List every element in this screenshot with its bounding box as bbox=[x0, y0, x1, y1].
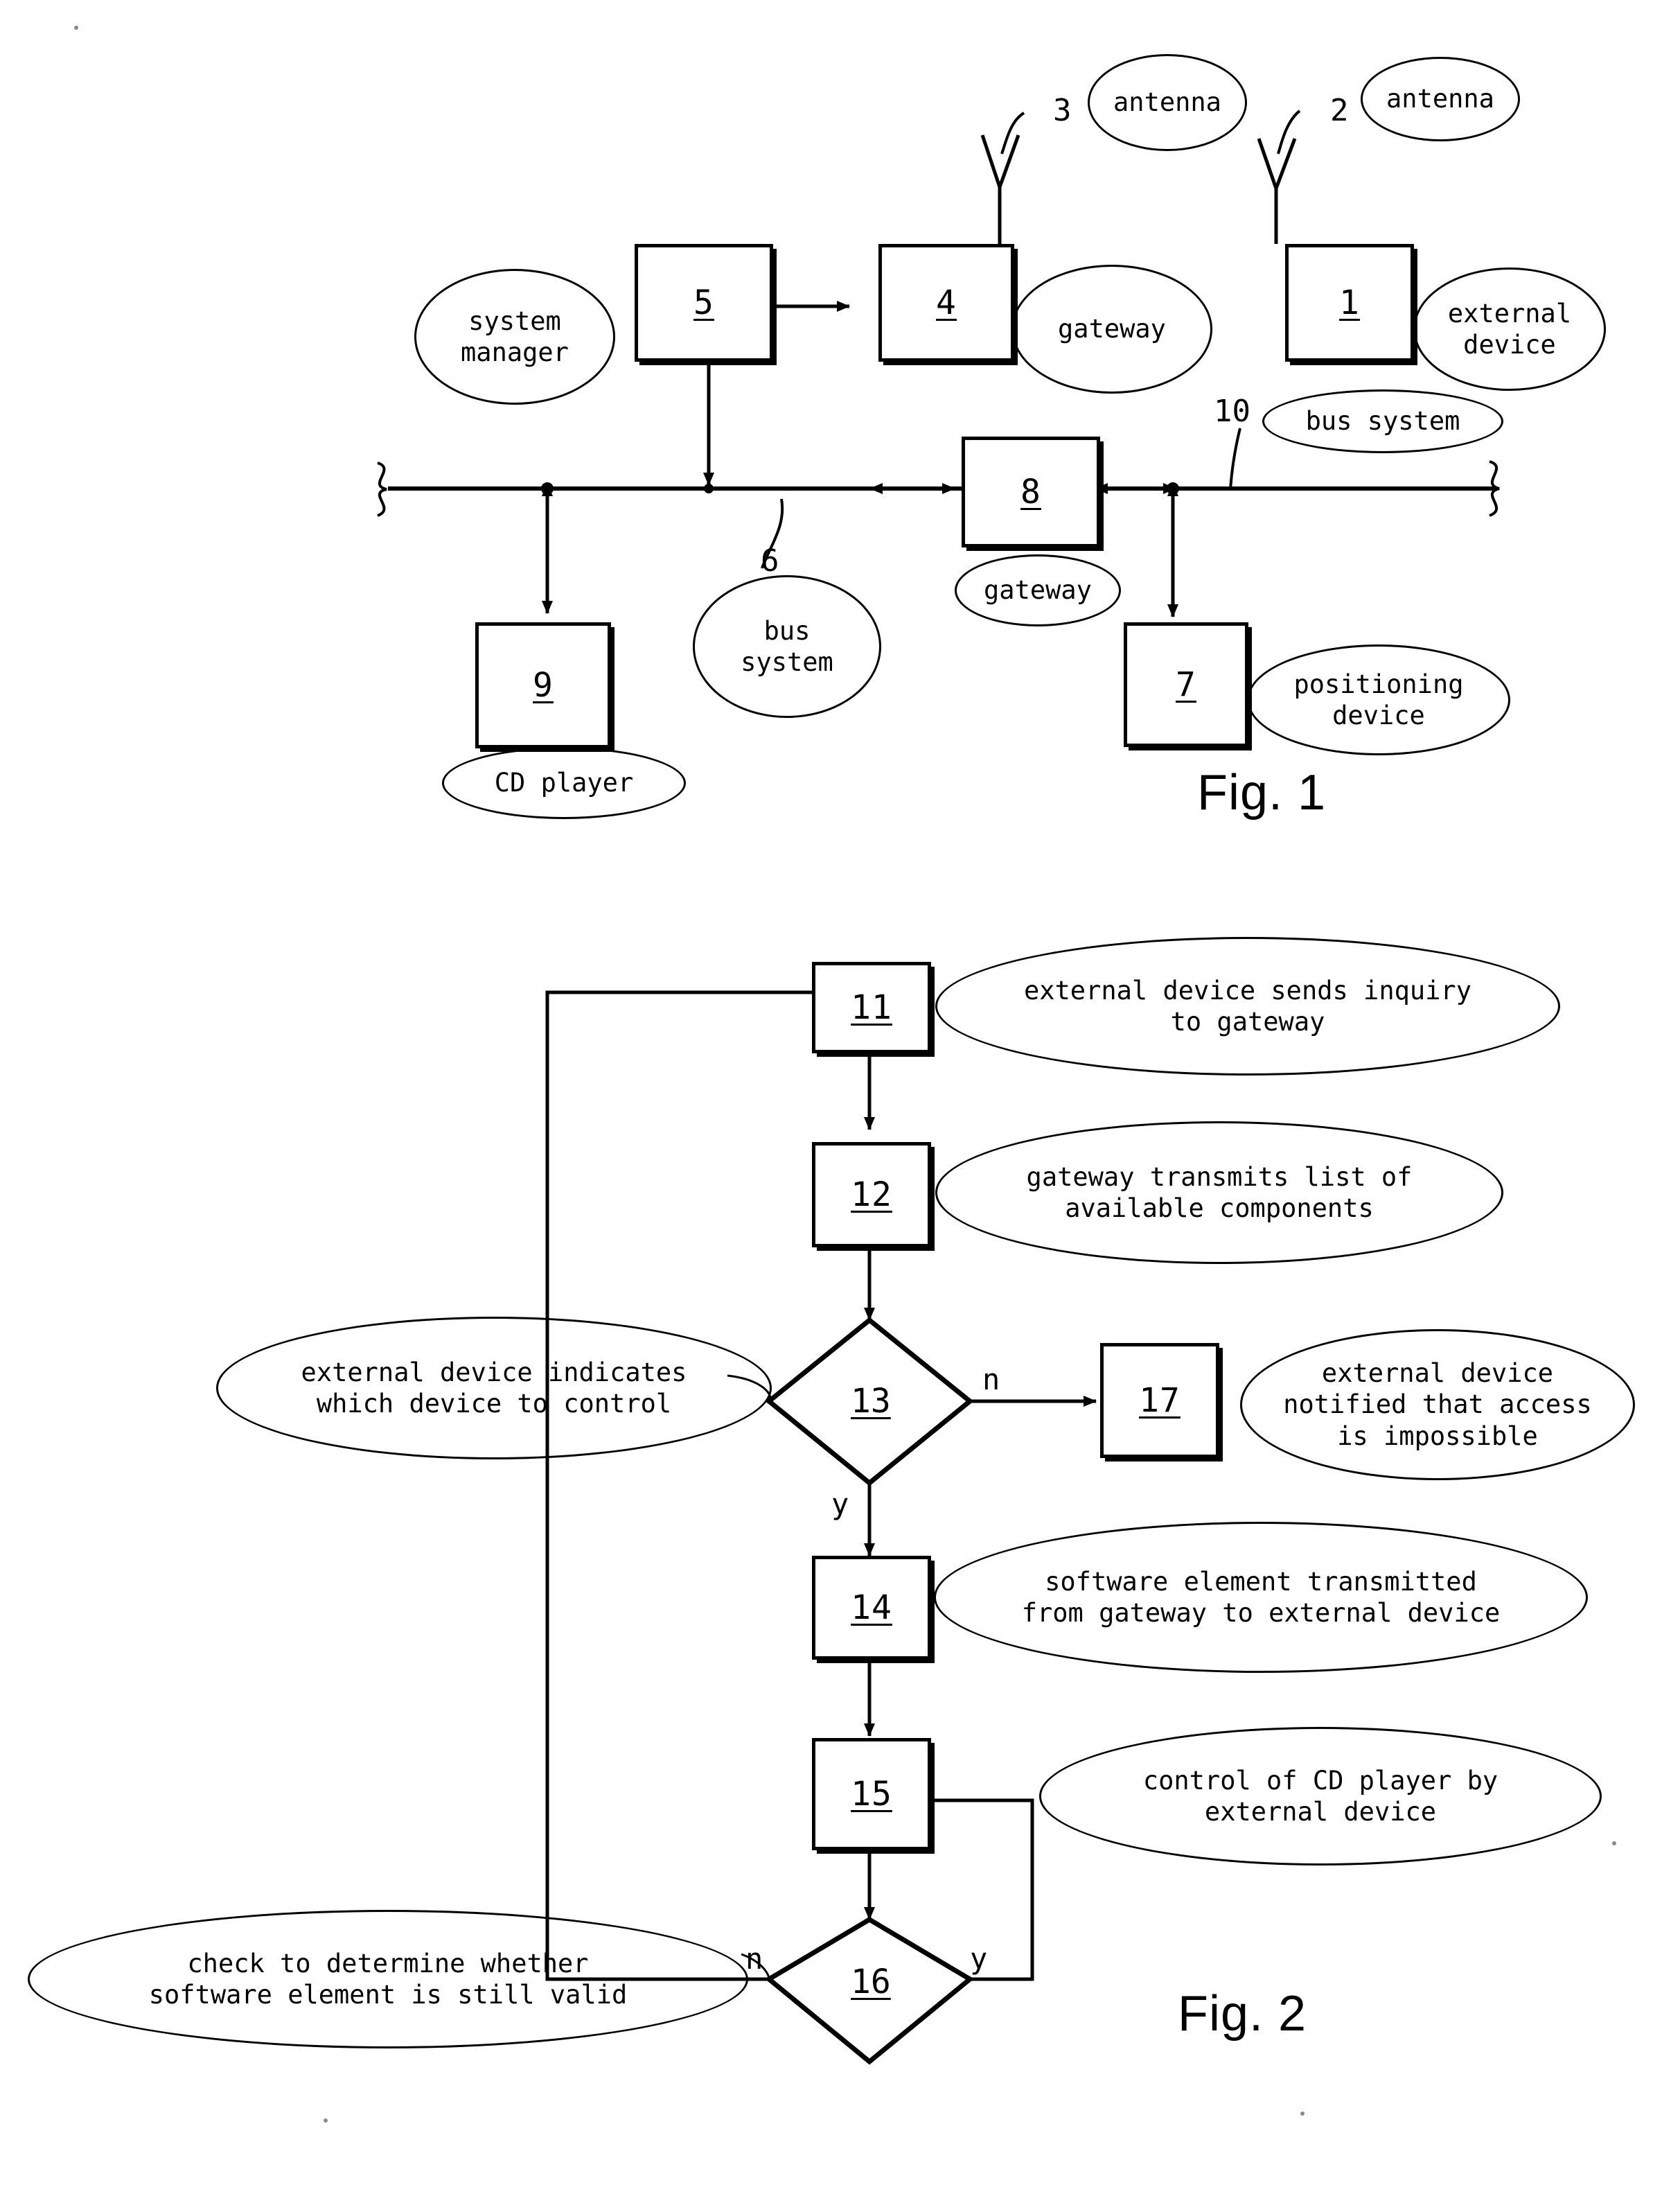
step-12-number: 12 bbox=[851, 1175, 892, 1214]
block-1-number: 1 bbox=[1339, 283, 1360, 322]
callout-antenna-3-text: antenna bbox=[1113, 87, 1221, 118]
bus-break-left bbox=[377, 462, 387, 517]
block-4: 4 bbox=[878, 244, 1014, 362]
callout-antenna-2: antenna bbox=[1361, 57, 1520, 141]
callout-step-14-text: software element transmitted from gatewa… bbox=[1021, 1566, 1501, 1628]
callout-cd-player: CD player bbox=[442, 747, 686, 819]
refnum-2: 2 bbox=[1330, 93, 1349, 128]
callout-step-15-text: control of CD player by external device bbox=[1142, 1765, 1498, 1827]
branch-13-yes: y bbox=[831, 1487, 849, 1521]
step-14-number: 14 bbox=[851, 1588, 892, 1627]
block-7-number: 7 bbox=[1176, 665, 1196, 704]
step-16-number: 16 bbox=[851, 1963, 891, 2001]
callout-cd-player-text: CD player bbox=[494, 768, 634, 798]
leader-3 bbox=[1000, 112, 1025, 155]
figure-1-caption: Fig. 1 bbox=[1197, 765, 1327, 820]
callout-step-17: external device notified that access is … bbox=[1240, 1329, 1635, 1480]
callout-system-manager: system manager bbox=[414, 269, 615, 405]
leader-10 bbox=[1229, 428, 1241, 490]
callout-step-11: external device sends inquiry to gateway bbox=[935, 937, 1560, 1076]
block-8: 8 bbox=[962, 437, 1100, 547]
callout-bus-system-10: bus system bbox=[1262, 389, 1503, 453]
block-9-number: 9 bbox=[533, 666, 554, 705]
step-12: 12 bbox=[812, 1142, 931, 1247]
callout-bus-system-6-text: bus system bbox=[741, 615, 833, 677]
callout-positioning-device-text: positioning device bbox=[1293, 669, 1464, 730]
block-5-number: 5 bbox=[693, 283, 714, 322]
leader-2 bbox=[1277, 109, 1301, 155]
refnum-10: 10 bbox=[1214, 394, 1250, 429]
callout-antenna-2-text: antenna bbox=[1386, 84, 1494, 114]
callout-gateway-4-text: gateway bbox=[1058, 314, 1166, 344]
step-15: 15 bbox=[812, 1738, 931, 1850]
branch-16-no: n bbox=[745, 1942, 763, 1976]
refnum-3: 3 bbox=[1053, 93, 1072, 128]
step-13-number: 13 bbox=[851, 1382, 891, 1421]
patent-drawing-sheet: 5 4 1 8 9 7 system manager gateway exter… bbox=[0, 0, 1680, 2212]
callout-step-16: check to determine whether software elem… bbox=[28, 1910, 748, 2048]
branch-13-no: n bbox=[982, 1362, 1000, 1396]
block-8-number: 8 bbox=[1020, 473, 1041, 511]
callout-step-12: gateway transmits list of available comp… bbox=[935, 1121, 1503, 1264]
callout-gateway-4: gateway bbox=[1011, 265, 1212, 394]
callout-bus-system-10-text: bus system bbox=[1305, 406, 1460, 437]
refnum-6: 6 bbox=[761, 543, 779, 579]
callout-positioning-device: positioning device bbox=[1247, 644, 1510, 755]
branch-16-yes: y bbox=[970, 1942, 988, 1976]
feedback-16-no-to-11 bbox=[545, 987, 825, 1981]
bus-junction-7 bbox=[1167, 482, 1179, 495]
callout-system-manager-text: system manager bbox=[461, 306, 569, 367]
callout-step-13: external device indicates which device t… bbox=[216, 1317, 772, 1459]
block-4-number: 4 bbox=[936, 283, 957, 322]
callout-step-17-text: external device notified that access is … bbox=[1283, 1358, 1592, 1451]
step-14: 14 bbox=[812, 1556, 931, 1660]
callout-step-11-text: external device sends inquiry to gateway bbox=[1023, 975, 1471, 1037]
bus-junction-9 bbox=[541, 482, 554, 495]
callout-gateway-8: gateway bbox=[955, 554, 1121, 626]
step-11-number: 11 bbox=[851, 988, 892, 1027]
callout-step-14: software element transmitted from gatewa… bbox=[934, 1522, 1588, 1673]
callout-gateway-8-text: gateway bbox=[984, 575, 1092, 606]
callout-step-13-text: external device indicates which device t… bbox=[301, 1357, 687, 1419]
callout-external-device: external device bbox=[1413, 267, 1606, 391]
antenna-2-icon bbox=[1257, 138, 1297, 244]
block-9: 9 bbox=[475, 622, 611, 748]
block-5: 5 bbox=[635, 244, 773, 362]
callout-step-12-text: gateway transmits list of available comp… bbox=[1026, 1161, 1413, 1223]
bus-junction-5 bbox=[704, 484, 714, 493]
step-15-number: 15 bbox=[851, 1775, 892, 1814]
callout-external-device-text: external device bbox=[1447, 298, 1572, 360]
callout-step-15: control of CD player by external device bbox=[1039, 1727, 1602, 1866]
antenna-3-icon bbox=[980, 134, 1020, 244]
block-7: 7 bbox=[1124, 622, 1248, 747]
step-17-number: 17 bbox=[1139, 1381, 1181, 1420]
callout-antenna-3: antenna bbox=[1088, 54, 1247, 151]
bus-break-right bbox=[1489, 460, 1500, 517]
callout-bus-system-6: bus system bbox=[693, 575, 881, 718]
figure-2-caption: Fig. 2 bbox=[1178, 1986, 1307, 2042]
step-11: 11 bbox=[812, 962, 931, 1053]
callout-step-16-text: check to determine whether software elem… bbox=[148, 1948, 628, 2010]
step-17: 17 bbox=[1100, 1343, 1219, 1458]
block-1: 1 bbox=[1285, 244, 1414, 362]
